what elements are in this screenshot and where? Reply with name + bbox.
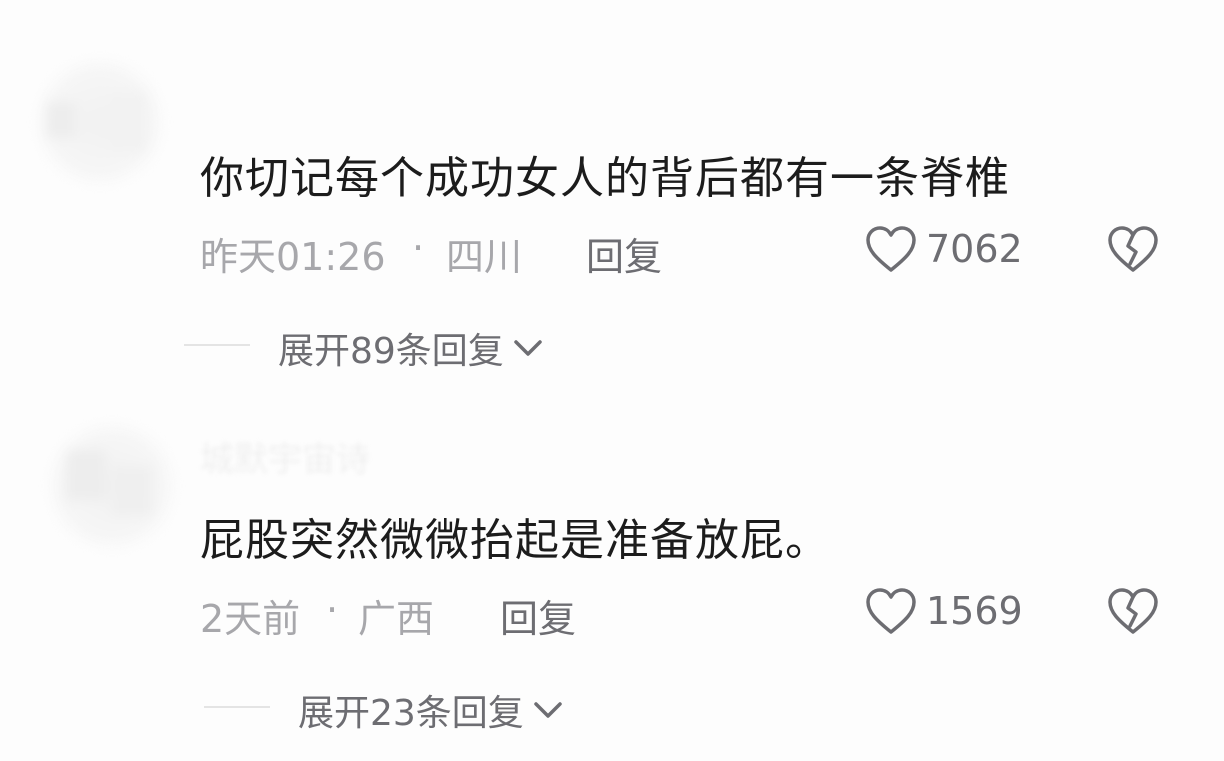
comment-text: 屁股突然微微抬起是准备放屁。 xyxy=(200,515,830,566)
broken-heart-icon xyxy=(1108,588,1158,634)
avatar[interactable] xyxy=(40,62,160,182)
heart-outline-icon xyxy=(866,588,916,634)
comment-username[interactable]: 城默宇宙诗 xyxy=(200,432,370,481)
comment-location: 广西 xyxy=(358,597,435,641)
expand-replies-label: 展开89条回复 xyxy=(278,331,504,372)
chevron-down-icon xyxy=(514,340,542,356)
like-count: 1569 xyxy=(926,589,1023,633)
dislike-button[interactable] xyxy=(1106,586,1160,640)
divider xyxy=(184,344,250,346)
reply-button[interactable]: 回复 xyxy=(586,226,662,281)
expand-replies-button[interactable]: 展开89条回复 xyxy=(278,322,544,374)
like-button[interactable]: 1569 xyxy=(864,586,1023,636)
broken-heart-icon xyxy=(1108,226,1158,272)
comment-location: 四川 xyxy=(446,235,523,279)
like-button[interactable]: 7062 xyxy=(864,224,1023,274)
heart-outline-icon xyxy=(866,226,916,272)
divider xyxy=(204,706,270,708)
avatar[interactable] xyxy=(52,426,172,546)
expand-replies-button[interactable]: 展开23条回复 xyxy=(298,684,564,736)
comment-time: 昨天01:26 xyxy=(200,235,386,279)
comment-text: 你切记每个成功女人的背后都有一条脊椎 xyxy=(200,153,1010,204)
comment-time: 2天前 xyxy=(200,597,301,641)
reply-button[interactable]: 回复 xyxy=(500,588,576,643)
meta-separator: · xyxy=(326,588,339,632)
expand-replies-label: 展开23条回复 xyxy=(298,693,524,734)
meta-separator: · xyxy=(412,226,425,270)
dislike-button[interactable] xyxy=(1106,224,1160,278)
like-count: 7062 xyxy=(926,227,1023,271)
chevron-down-icon xyxy=(534,702,562,718)
